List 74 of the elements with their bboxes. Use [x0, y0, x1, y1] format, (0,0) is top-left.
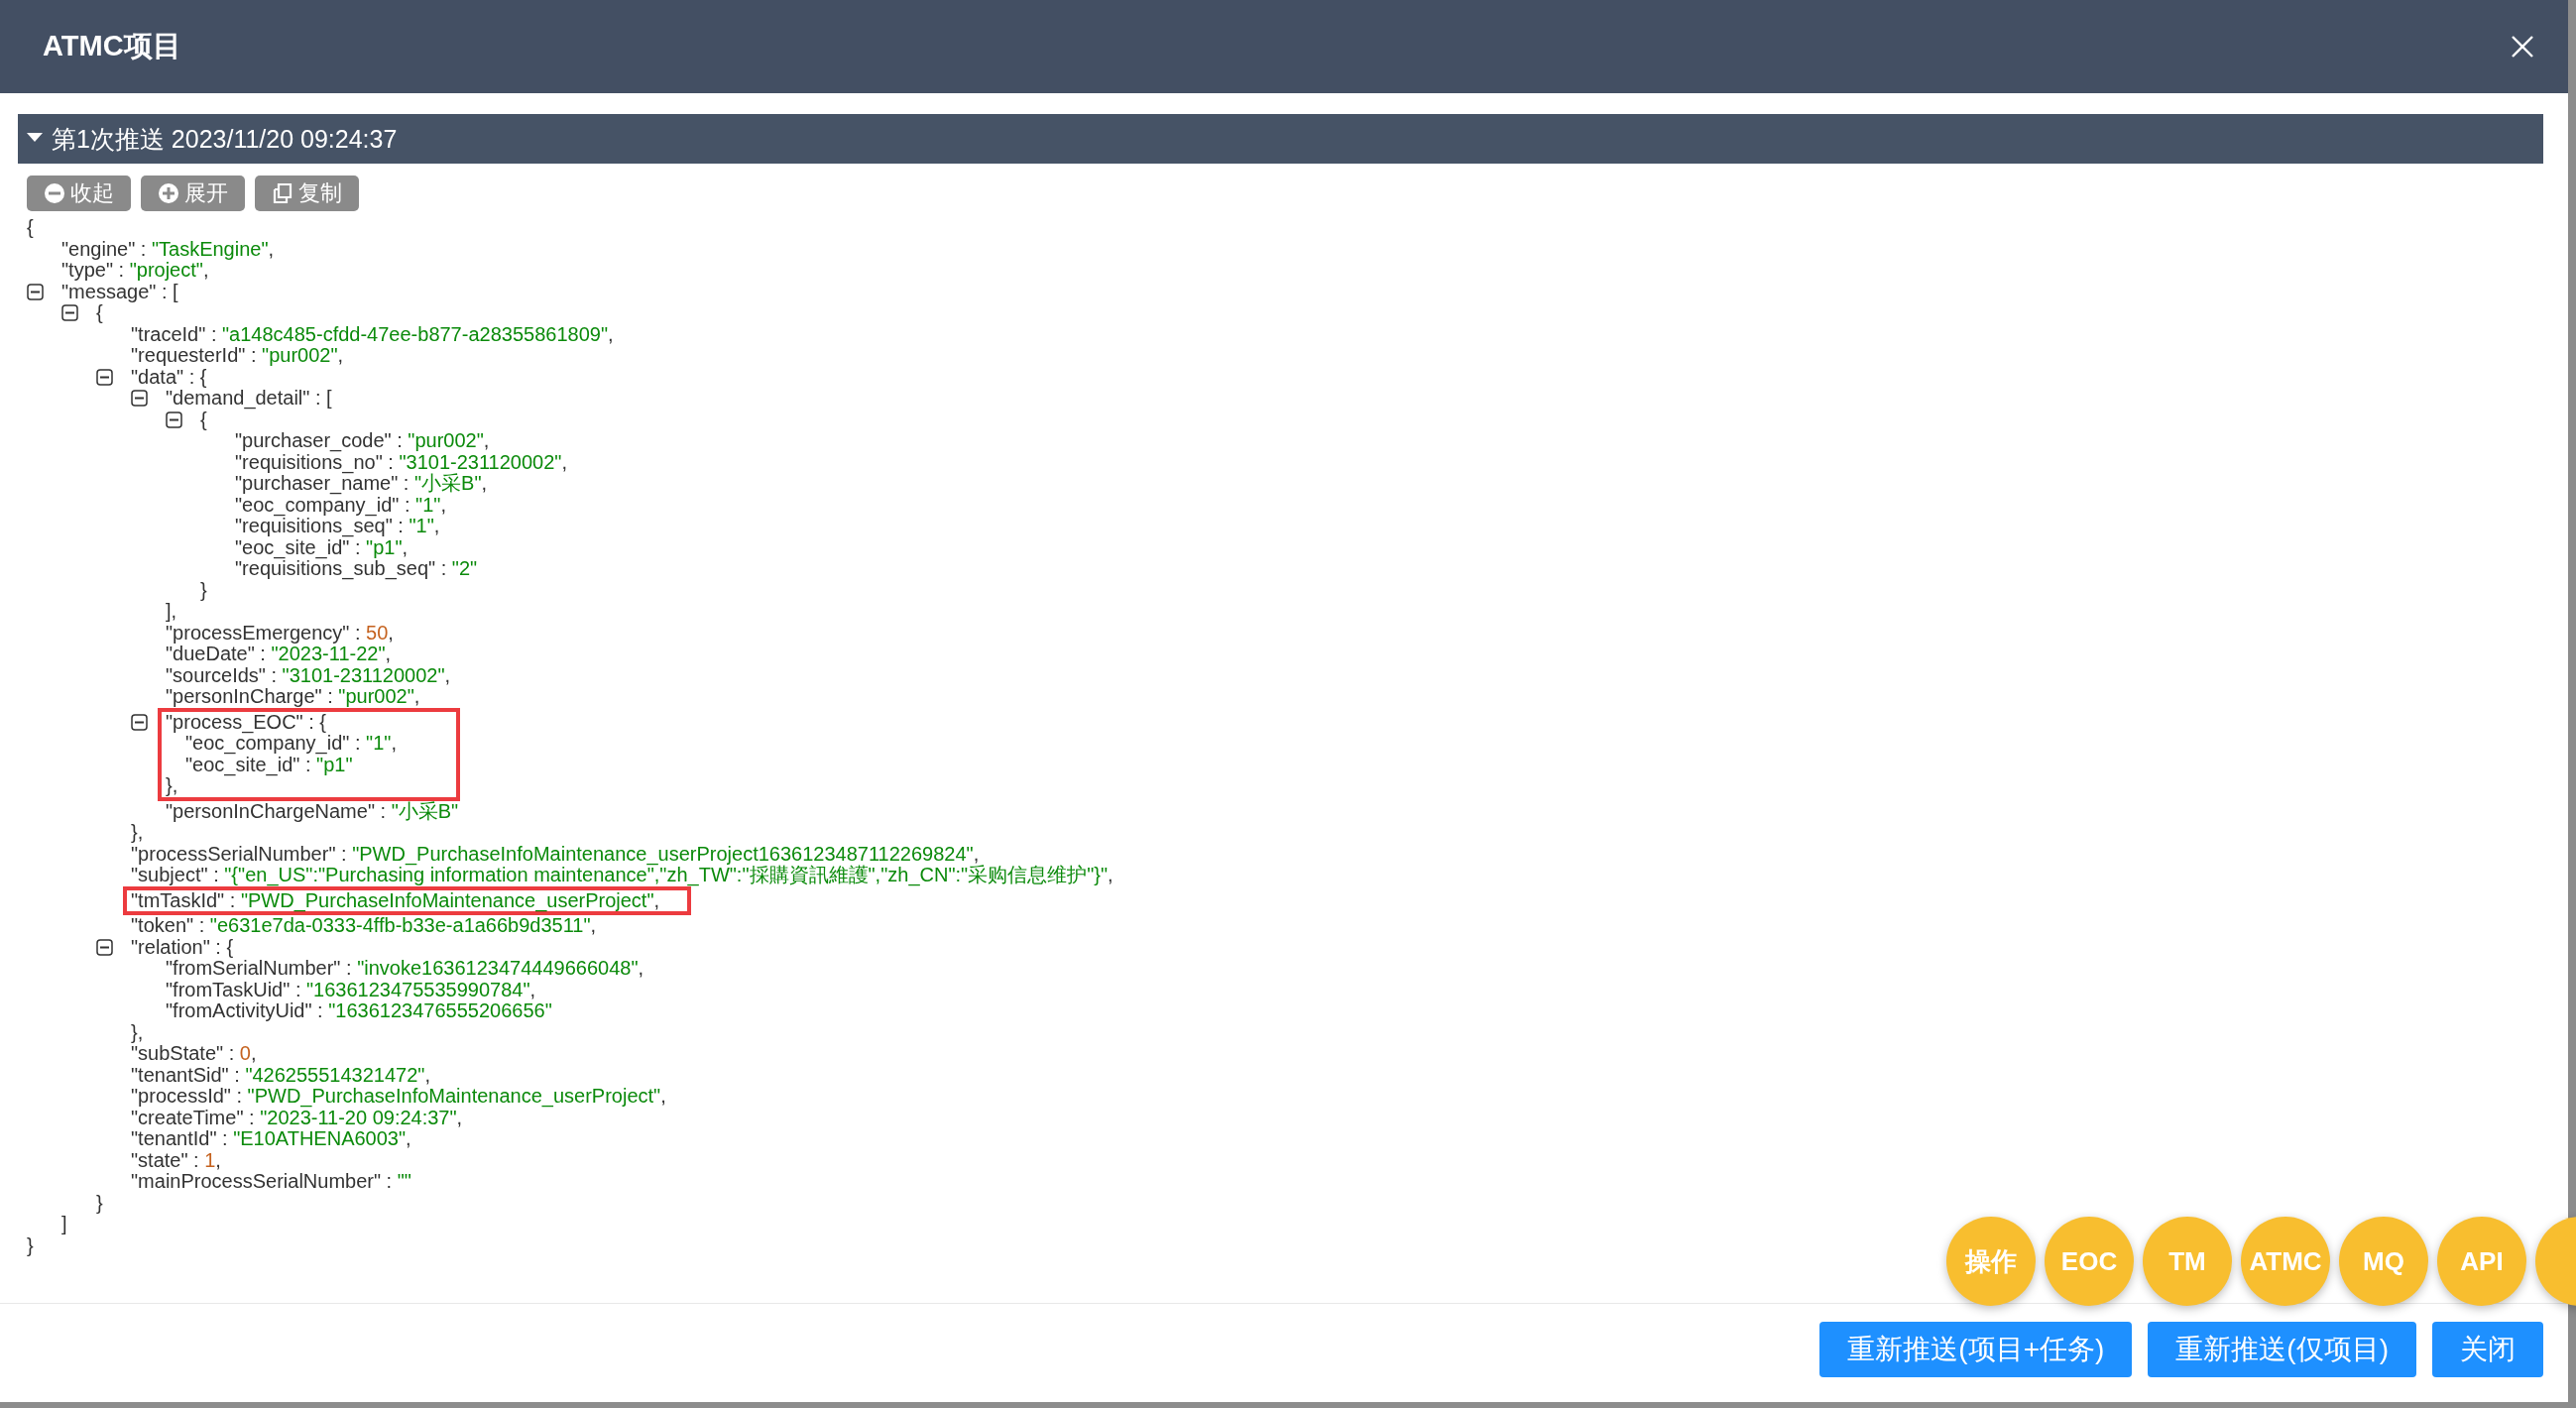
collapse-toggle-icon[interactable] — [96, 938, 113, 956]
collapse-toggle-icon[interactable] — [131, 390, 148, 408]
json-line: "sourceIds" : "3101-231120002", — [166, 664, 451, 686]
footer-button[interactable]: 重新推送(仅项目) — [2148, 1322, 2416, 1377]
plus-circle-icon — [158, 182, 179, 204]
floating-button[interactable]: API — [2437, 1217, 2526, 1306]
copy-icon — [272, 182, 293, 204]
collapse-toggle-icon[interactable] — [27, 283, 44, 300]
json-line: { — [27, 217, 34, 239]
json-line: "purchaser_name" : "小采B", — [235, 473, 488, 495]
json-line: "type" : "project", — [61, 260, 209, 282]
json-line: "state" : 1, — [131, 1149, 221, 1171]
json-line: }, — [166, 775, 178, 797]
toolbar-button[interactable]: 收起 — [27, 176, 131, 211]
json-line: }, — [131, 822, 144, 844]
json-line: "tenantSid" : "426255514321472", — [131, 1064, 430, 1086]
floating-button[interactable]: EOC — [2045, 1217, 2134, 1306]
floating-button[interactable]: 操作 — [1946, 1217, 2036, 1306]
json-line: "personInCharge" : "pur002", — [166, 686, 420, 708]
json-line: { — [96, 302, 103, 324]
json-line: "processId" : "PWD_PurchaseInfoMaintenance_userProject", — [131, 1086, 666, 1108]
json-line: } — [96, 1192, 103, 1214]
json-line: "processEmergency" : 50, — [166, 622, 394, 644]
json-line: "requisitions_sub_seq" : "2" — [235, 558, 478, 580]
collapse-toggle-icon[interactable] — [131, 713, 148, 731]
toolbar-button[interactable]: 复制 — [255, 176, 359, 211]
collapse-toggle-icon[interactable] — [61, 304, 78, 322]
json-line: { — [200, 409, 207, 430]
json-line: "tmTaskId" : "PWD_PurchaseInfoMaintenance_userProject", — [131, 888, 660, 911]
collapse-toggle-icon[interactable] — [166, 411, 182, 428]
window-title: ATMC项目 — [43, 29, 181, 63]
json-line: "personInChargeName" : "小采B" — [166, 800, 459, 822]
json-line: "fromActivityUid" : "1636123476555206656" — [166, 1000, 552, 1022]
json-line: "eoc_company_id" : "1", — [185, 733, 397, 755]
json-line: "message" : [ — [61, 281, 178, 302]
json-line: "subject" : "{"en_US":"Purchasing information maintenance","zh_TW":"採購資訊維護","zh_CN":"采购信息维护"}", — [131, 865, 1113, 886]
json-line: "requisitions_no" : "3101-231120002", — [235, 451, 567, 473]
json-line: "subState" : 0, — [131, 1043, 257, 1065]
json-line: }, — [131, 1021, 144, 1043]
json-line: "process_EOC" : { — [166, 711, 327, 733]
section-title: 第1次推送 2023/11/20 09:24:37 — [52, 123, 398, 155]
json-line: "requisitions_seq" : "1", — [235, 516, 440, 537]
collapse-toggle-icon[interactable] — [96, 368, 113, 386]
json-line: "relation" : { — [131, 936, 234, 958]
floating-button[interactable]: MQ — [2339, 1217, 2428, 1306]
json-line: "eoc_site_id" : "p1", — [235, 536, 409, 558]
json-line: "requesterId" : "pur002", — [131, 345, 344, 367]
json-line: "token" : "e631e7da-0333-4ffb-b33e-a1a66b9d3511", — [131, 915, 597, 937]
json-line: "demand_detail" : [ — [166, 388, 332, 410]
json-line: ] — [61, 1214, 67, 1235]
json-line: "purchaser_code" : "pur002", — [235, 430, 490, 452]
json-line: "eoc_company_id" : "1", — [235, 494, 446, 516]
json-line: "eoc_site_id" : "p1" — [185, 754, 353, 775]
json-line: "data" : { — [131, 366, 207, 388]
footer-button[interactable]: 重新推送(项目+任务) — [1819, 1322, 2133, 1377]
close-icon[interactable] — [2511, 35, 2534, 59]
json-line: "createTime" : "2023-11-20 09:24:37", — [131, 1107, 463, 1128]
json-line: "engine" : "TaskEngine", — [61, 238, 275, 260]
json-line: "tenantId" : "E10ATHENA6003", — [131, 1128, 411, 1150]
json-line: "fromTaskUid" : "1636123475535990784", — [166, 979, 536, 1000]
floating-button[interactable]: TM — [2143, 1217, 2232, 1306]
json-line: } — [27, 1234, 34, 1256]
json-line: "fromSerialNumber" : "invoke1636123474449666048", — [166, 958, 644, 980]
json-line: "mainProcessSerialNumber" : "" — [131, 1171, 411, 1193]
json-line: "processSerialNumber" : "PWD_PurchaseInfoMaintenance_userProject1636123487112269824", — [131, 843, 980, 865]
minus-circle-icon — [44, 182, 65, 204]
json-line: ], — [166, 601, 177, 623]
json-line: } — [200, 579, 207, 601]
json-line: "traceId" : "a148c485-cfdd-47ee-b877-a28355861809", — [131, 323, 614, 345]
footer-button[interactable]: 关闭 — [2432, 1322, 2543, 1377]
json-line: "dueDate" : "2023-11-22", — [166, 644, 392, 665]
section-header[interactable]: 第1次推送 2023/11/20 09:24:37 — [18, 114, 2543, 164]
toolbar-button[interactable]: 展开 — [141, 176, 245, 211]
floating-button[interactable]: ATMC — [2241, 1217, 2330, 1306]
